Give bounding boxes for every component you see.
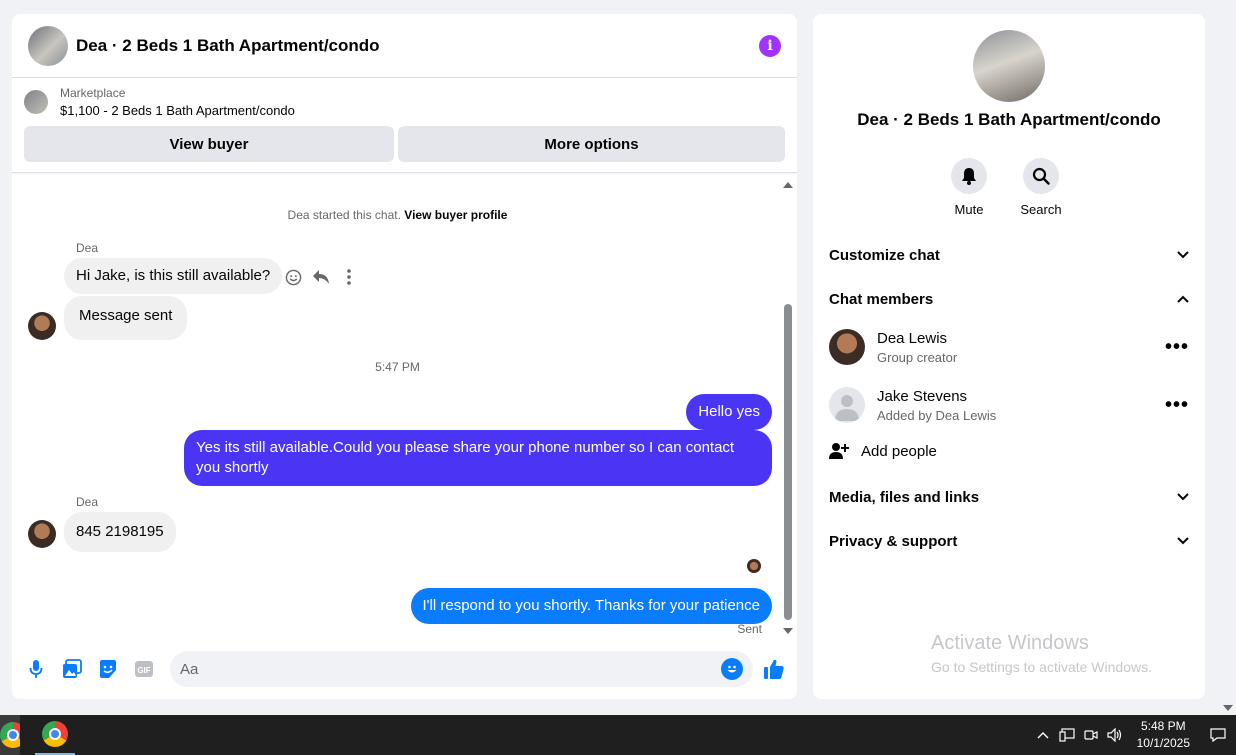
side-title: Dea · 2 Beds 1 Bath Apartment/condo	[857, 110, 1161, 129]
seen-avatar	[747, 559, 761, 573]
member-avatar[interactable]	[829, 329, 865, 365]
search-button[interactable]: Search	[1020, 158, 1062, 217]
chat-scrollbar[interactable]	[783, 182, 793, 634]
bell-icon[interactable]	[951, 158, 987, 194]
sender-name: Dea	[76, 495, 99, 509]
emoji-icon[interactable]	[721, 658, 743, 680]
chat-panel: Dea · 2 Beds 1 Bath Apartment/condo i Ma…	[12, 14, 797, 699]
message-actions	[284, 268, 358, 286]
photo-icon[interactable]	[60, 657, 84, 681]
member-name: Dea Lewis	[877, 329, 948, 347]
listing-avatar[interactable]	[28, 25, 68, 66]
listing-thumbnail[interactable]	[24, 90, 48, 114]
member-name: Jake Stevens	[877, 387, 968, 405]
message-bubble[interactable]: Message sent	[64, 296, 188, 340]
volume-icon[interactable]	[1103, 715, 1127, 755]
mute-label: Mute	[954, 202, 984, 217]
chrome-icon	[0, 722, 20, 748]
listing-summary[interactable]: $1,100 - 2 Beds 1 Bath Apartment/condo	[60, 103, 295, 118]
member-row[interactable]: Jake Stevens Added by Dea Lewis •••	[829, 377, 1189, 433]
marketplace-label: Marketplace	[60, 86, 126, 100]
search-icon[interactable]	[1023, 158, 1059, 194]
reply-icon[interactable]	[312, 268, 330, 286]
member-role: Added by Dea Lewis	[877, 407, 997, 423]
delivery-status: Sent	[737, 622, 762, 636]
mute-button[interactable]: Mute	[949, 158, 989, 217]
message-bubble[interactable]: Hi Jake, is this still available?	[64, 258, 283, 294]
sticker-icon[interactable]	[96, 657, 120, 681]
more-options-icon[interactable]: •••	[1165, 336, 1189, 359]
chrome-icon	[42, 721, 68, 747]
scroll-down-icon[interactable]	[1223, 705, 1233, 711]
search-label: Search	[1020, 202, 1062, 217]
taskbar-chrome[interactable]	[35, 715, 75, 755]
view-buyer-profile-link[interactable]: View buyer profile	[404, 208, 507, 222]
member-row[interactable]: Dea Lewis Group creator •••	[829, 319, 1189, 375]
system-tray: 5:48 PM 10/1/2025	[1031, 715, 1236, 755]
page-scrollbar[interactable]	[1220, 0, 1236, 715]
taskbar: 5:48 PM 10/1/2025	[0, 715, 1236, 755]
network-icon[interactable]	[1055, 715, 1079, 755]
microphone-icon[interactable]	[24, 657, 48, 681]
media-files-section[interactable]: Media, files and links	[829, 475, 1189, 519]
sender-avatar[interactable]	[28, 312, 56, 340]
message-bubble[interactable]: 845 2198195	[64, 512, 176, 552]
scroll-up-icon[interactable]	[783, 182, 793, 188]
system-clock[interactable]: 5:48 PM 10/1/2025	[1127, 718, 1200, 752]
taskbar-app-partial[interactable]	[0, 715, 20, 755]
message-input[interactable]	[180, 660, 721, 678]
meet-now-icon[interactable]	[1079, 715, 1103, 755]
chevron-down-icon	[1177, 493, 1189, 501]
chat-title[interactable]: Dea · 2 Beds 1 Bath Apartment/condo	[76, 36, 759, 56]
message-bubble-outgoing[interactable]: Yes its still available.Could you please…	[184, 430, 772, 486]
chevron-down-icon	[1177, 251, 1189, 259]
activation-watermark: Activate Windows Go to Settings to activ…	[931, 632, 1152, 675]
gif-icon[interactable]: GIF	[132, 657, 156, 681]
more-options-icon[interactable]: •••	[1165, 394, 1189, 417]
scroll-thumb[interactable]	[784, 304, 792, 620]
svg-text:GIF: GIF	[137, 666, 150, 675]
chat-started-notice: Dea started this chat. View buyer profil…	[287, 208, 508, 222]
privacy-support-section[interactable]: Privacy & support	[829, 519, 1189, 563]
member-avatar[interactable]	[829, 387, 865, 423]
chat-header: Dea · 2 Beds 1 Bath Apartment/condo i	[12, 14, 797, 78]
sender-name: Dea	[76, 241, 99, 255]
quick-actions: Mute Search	[949, 158, 1062, 217]
notification-icon[interactable]	[1200, 728, 1236, 742]
message-bubble-outgoing[interactable]: Hello yes	[686, 394, 772, 430]
chevron-down-icon	[1177, 537, 1189, 545]
timestamp: 5:47 PM	[375, 360, 420, 374]
chevron-up-icon	[1177, 295, 1189, 303]
customize-chat-section[interactable]: Customize chat	[829, 233, 1189, 277]
scroll-down-icon[interactable]	[783, 628, 793, 634]
chat-members-section[interactable]: Chat members	[829, 277, 1189, 321]
listing-avatar-large[interactable]	[973, 30, 1045, 102]
chat-info-panel: Dea · 2 Beds 1 Bath Apartment/condo Mute…	[813, 14, 1205, 699]
member-role: Group creator	[877, 349, 958, 365]
add-people-button[interactable]: Add people	[829, 442, 937, 460]
composer: GIF	[12, 639, 797, 699]
message-list: Dea started this chat. View buyer profil…	[12, 176, 783, 649]
react-icon[interactable]	[284, 268, 302, 286]
message-bubble-outgoing[interactable]: I'll respond to you shortly. Thanks for …	[410, 588, 772, 624]
message-input-wrapper	[170, 651, 753, 687]
sender-avatar[interactable]	[28, 520, 56, 548]
info-icon[interactable]: i	[759, 34, 781, 57]
marketplace-bar: Marketplace $1,100 - 2 Beds 1 Bath Apart…	[12, 78, 797, 173]
chevron-up-icon[interactable]	[1031, 715, 1055, 755]
add-person-icon	[829, 443, 849, 459]
thumbs-up-icon[interactable]	[763, 658, 785, 680]
more-vertical-icon[interactable]	[340, 268, 358, 286]
view-buyer-button[interactable]: View buyer	[24, 126, 394, 162]
more-options-button[interactable]: More options	[398, 126, 785, 162]
